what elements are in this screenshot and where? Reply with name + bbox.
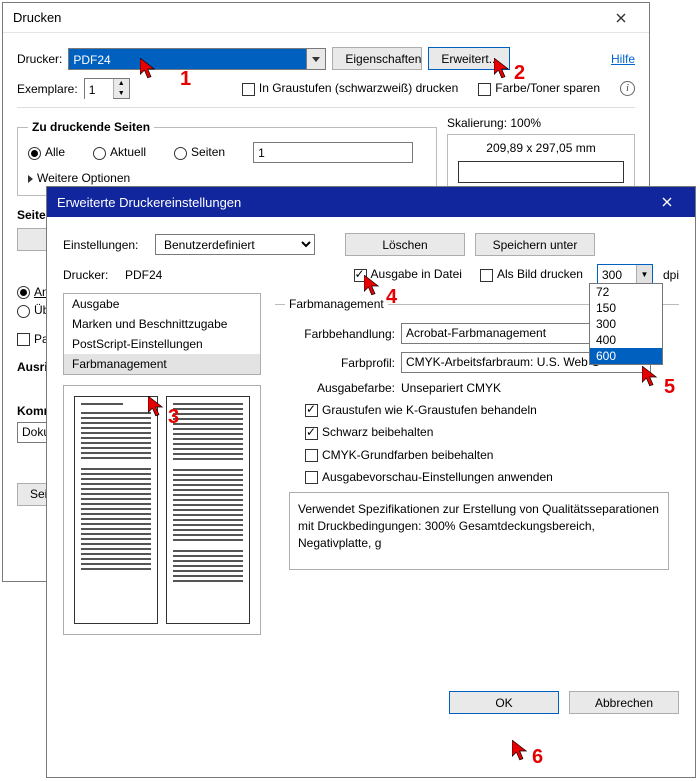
dpi-option-300[interactable]: 300 — [590, 316, 662, 332]
help-link[interactable]: Hilfe — [611, 52, 635, 66]
spin-down-icon[interactable]: ▼ — [114, 89, 129, 99]
dpi-option-600[interactable]: 600 — [590, 348, 662, 364]
preview-box — [63, 385, 261, 635]
checkbox-icon — [354, 269, 367, 282]
nav-item-colormgmt[interactable]: Farbmanagement — [64, 354, 260, 374]
pages-input[interactable] — [253, 142, 413, 163]
radio-icon — [174, 147, 187, 160]
advanced-title: Erweiterte Druckereinstellungen — [57, 195, 241, 210]
settings-select[interactable]: Benutzerdefiniert — [155, 234, 315, 255]
checkbox-icon — [17, 333, 30, 346]
advanced-button[interactable]: Erweitert... — [428, 47, 510, 70]
dpi-value: 300 — [602, 268, 622, 282]
preview-page — [74, 396, 158, 624]
adv-printer-value: PDF24 — [125, 268, 162, 282]
properties-button[interactable]: Eigenschaften — [332, 47, 422, 70]
color-profile-label: Farbprofil: — [285, 356, 395, 370]
close-button[interactable] — [601, 4, 641, 32]
cancel-button[interactable]: Abbrechen — [569, 691, 679, 714]
radio-current[interactable]: Aktuell — [93, 145, 146, 159]
pages-legend: Zu druckende Seiten — [28, 120, 154, 134]
print-titlebar: Drucken — [3, 3, 649, 33]
checkbox-icon — [305, 471, 318, 484]
radio-icon — [17, 305, 30, 318]
dpi-option-150[interactable]: 150 — [590, 300, 662, 316]
grayscale-option[interactable]: In Graustufen (schwarzweiß) drucken — [242, 81, 458, 95]
dpi-dropdown[interactable]: 72 150 300 400 600 — [589, 283, 663, 365]
close-icon — [616, 13, 626, 23]
info-icon[interactable]: i — [620, 81, 635, 96]
checkbox-icon — [305, 404, 318, 417]
close-icon — [662, 197, 672, 207]
color-handling-label: Farbbehandlung: — [285, 327, 395, 341]
nav-item-marks[interactable]: Marken und Beschnittzugabe — [64, 314, 260, 334]
chevron-right-icon — [28, 175, 33, 183]
nav-item-output[interactable]: Ausgabe — [64, 294, 260, 314]
colormgmt-legend: Farbmanagement — [285, 297, 388, 311]
output-file-option[interactable]: Ausgabe in Datei — [354, 267, 462, 281]
dpi-option-72[interactable]: 72 — [590, 284, 662, 300]
settings-label: Einstellungen: — [63, 238, 145, 252]
savetoner-option[interactable]: Farbe/Toner sparen — [478, 81, 600, 95]
radio-all[interactable]: Alle — [28, 145, 65, 159]
chevron-down-icon: ▼ — [636, 265, 652, 284]
scaling-label: Skalierung: 100% — [447, 116, 635, 130]
adv-printer-label: Drucker: — [63, 268, 115, 282]
spin-up-icon[interactable]: ▲ — [114, 79, 129, 89]
checkbox-icon — [478, 83, 491, 96]
copies-label: Exemplare: — [17, 82, 78, 96]
scaling-dimensions: 209,89 x 297,05 mm — [458, 141, 624, 155]
print-image-option[interactable]: Als Bild drucken — [480, 267, 583, 281]
more-options[interactable]: Weitere Optionen — [28, 171, 426, 185]
radio-icon — [28, 147, 41, 160]
chk-cmyk-primary[interactable]: CMYK-Grundfarben beibehalten — [305, 448, 669, 462]
description-box: Verwendet Spezifikationen zur Erstellung… — [289, 492, 669, 570]
checkbox-icon — [305, 449, 318, 462]
advanced-dialog: Erweiterte Druckereinstellungen Einstell… — [46, 186, 696, 778]
ok-button[interactable]: OK — [449, 691, 559, 714]
seite-small-button[interactable] — [17, 228, 47, 251]
close-button[interactable] — [647, 188, 687, 216]
nav-listbox[interactable]: Ausgabe Marken und Beschnittzugabe PostS… — [63, 293, 261, 375]
printer-select[interactable]: PDF24 — [68, 48, 326, 70]
chk-gray-k[interactable]: Graustufen wie K-Graustufen behandeln — [305, 403, 669, 417]
dpi-option-400[interactable]: 400 — [590, 332, 662, 348]
copies-spinner[interactable]: ▲▼ — [84, 78, 130, 99]
output-color-value: Unsepariert CMYK — [401, 381, 501, 395]
preview-page — [166, 396, 250, 624]
print-title: Drucken — [13, 10, 61, 25]
checkbox-icon — [305, 427, 318, 440]
output-color-label: Ausgabefarbe: — [285, 381, 395, 395]
pages-fieldset: Zu druckende Seiten Alle Aktuell Seiten … — [17, 120, 437, 196]
delete-button[interactable]: Löschen — [345, 233, 465, 256]
dpi-unit: dpi — [663, 268, 679, 282]
checkbox-icon — [480, 269, 493, 282]
advanced-titlebar: Erweiterte Druckereinstellungen — [47, 187, 695, 217]
chk-black[interactable]: Schwarz beibehalten — [305, 425, 669, 439]
radio-pages[interactable]: Seiten — [174, 145, 225, 159]
dpi-select[interactable]: 300 ▼ — [597, 264, 653, 285]
scaling-box: 209,89 x 297,05 mm — [447, 134, 635, 190]
printer-label: Drucker: — [17, 52, 62, 66]
radio-icon — [93, 147, 106, 160]
saveas-button[interactable]: Speichern unter — [475, 233, 595, 256]
chk-output-preview[interactable]: Ausgabevorschau-Einstellungen anwenden — [305, 470, 669, 484]
checkbox-icon — [242, 83, 255, 96]
copies-input[interactable] — [85, 79, 113, 100]
nav-item-postscript[interactable]: PostScript-Einstellungen — [64, 334, 260, 354]
radio-icon — [17, 286, 30, 299]
